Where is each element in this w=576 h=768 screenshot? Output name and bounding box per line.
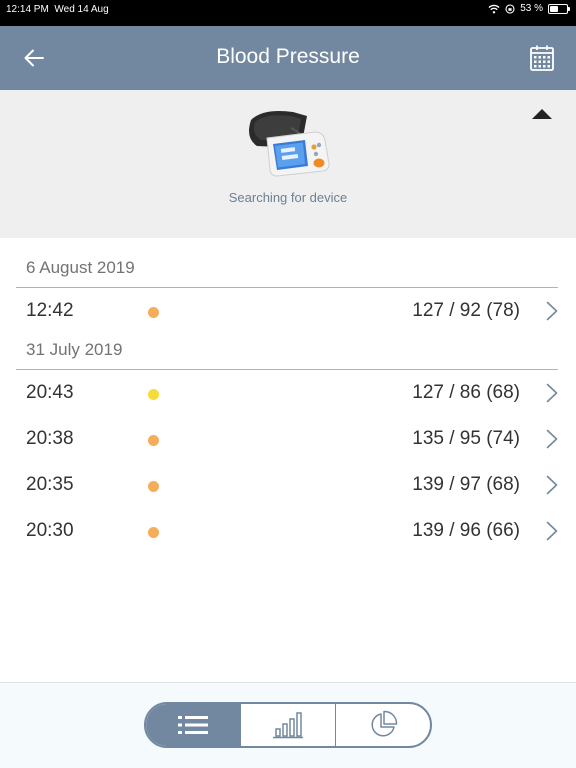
tab-pie-chart[interactable] (335, 704, 430, 746)
status-dot (148, 481, 159, 492)
reading-row[interactable]: 20:43 127 / 86 (68) (0, 370, 576, 416)
bottom-tab-bar (0, 682, 576, 768)
device-search-status: Searching for device (228, 190, 348, 205)
status-bar: 12:14 PM Wed 14 Aug 53 % (0, 0, 576, 26)
status-date: Wed 14 Aug (54, 4, 109, 15)
battery-percent: 53 % (520, 3, 543, 14)
status-dot (148, 527, 159, 538)
device-panel: Searching for device (0, 90, 576, 238)
reading-row[interactable]: 20:35 139 / 97 (68) (0, 462, 576, 508)
reading-value: 139 / 97 (68) (412, 474, 520, 495)
battery-fill (550, 5, 558, 12)
reading-row[interactable]: 12:42 127 / 92 (78) (0, 288, 576, 334)
chevron-right-icon (546, 383, 558, 403)
pie-chart-icon (371, 710, 398, 737)
reading-row[interactable]: 20:38 135 / 95 (74) (0, 416, 576, 462)
chevron-right-icon (546, 521, 558, 541)
orientation-lock-icon (505, 3, 515, 14)
tab-bar-chart[interactable] (240, 704, 335, 746)
page-title: Blood Pressure (216, 45, 360, 68)
triangle-up-icon[interactable] (532, 108, 552, 120)
chevron-right-icon (546, 429, 558, 449)
status-dot (148, 307, 159, 318)
reading-value: 135 / 95 (74) (412, 428, 520, 449)
list-icon (178, 716, 208, 734)
status-dot (148, 435, 159, 446)
battery-icon (548, 3, 570, 14)
reading-value: 139 / 96 (66) (412, 520, 520, 541)
reading-value: 127 / 86 (68) (412, 382, 520, 403)
date-header-text: 31 July 2019 (26, 340, 123, 359)
status-indicators: 53 % (488, 3, 570, 14)
status-time-date: 12:14 PM Wed 14 Aug (6, 4, 109, 15)
wifi-icon (488, 4, 500, 13)
reading-time: 20:43 (26, 382, 74, 403)
reading-time: 12:42 (26, 300, 74, 321)
date-header: 31 July 2019 (16, 338, 558, 370)
status-dot (148, 389, 159, 400)
reading-row[interactable]: 20:30 139 / 96 (66) (0, 508, 576, 554)
reading-time: 20:30 (26, 520, 74, 541)
calendar-icon[interactable] (530, 45, 554, 71)
blood-pressure-monitor-image (249, 111, 330, 177)
chevron-right-icon (546, 301, 558, 321)
tab-list[interactable] (146, 704, 240, 746)
date-header-text: 6 August 2019 (26, 258, 135, 277)
view-segmented-control (144, 702, 432, 748)
navigation-bar: Blood Pressure (0, 26, 576, 90)
status-time: 12:14 PM (6, 4, 49, 15)
chevron-right-icon (546, 475, 558, 495)
reading-time: 20:38 (26, 428, 74, 449)
date-header: 6 August 2019 (16, 256, 558, 288)
reading-value: 127 / 92 (78) (412, 300, 520, 321)
bar-chart-icon (273, 712, 303, 739)
reading-time: 20:35 (26, 474, 74, 495)
